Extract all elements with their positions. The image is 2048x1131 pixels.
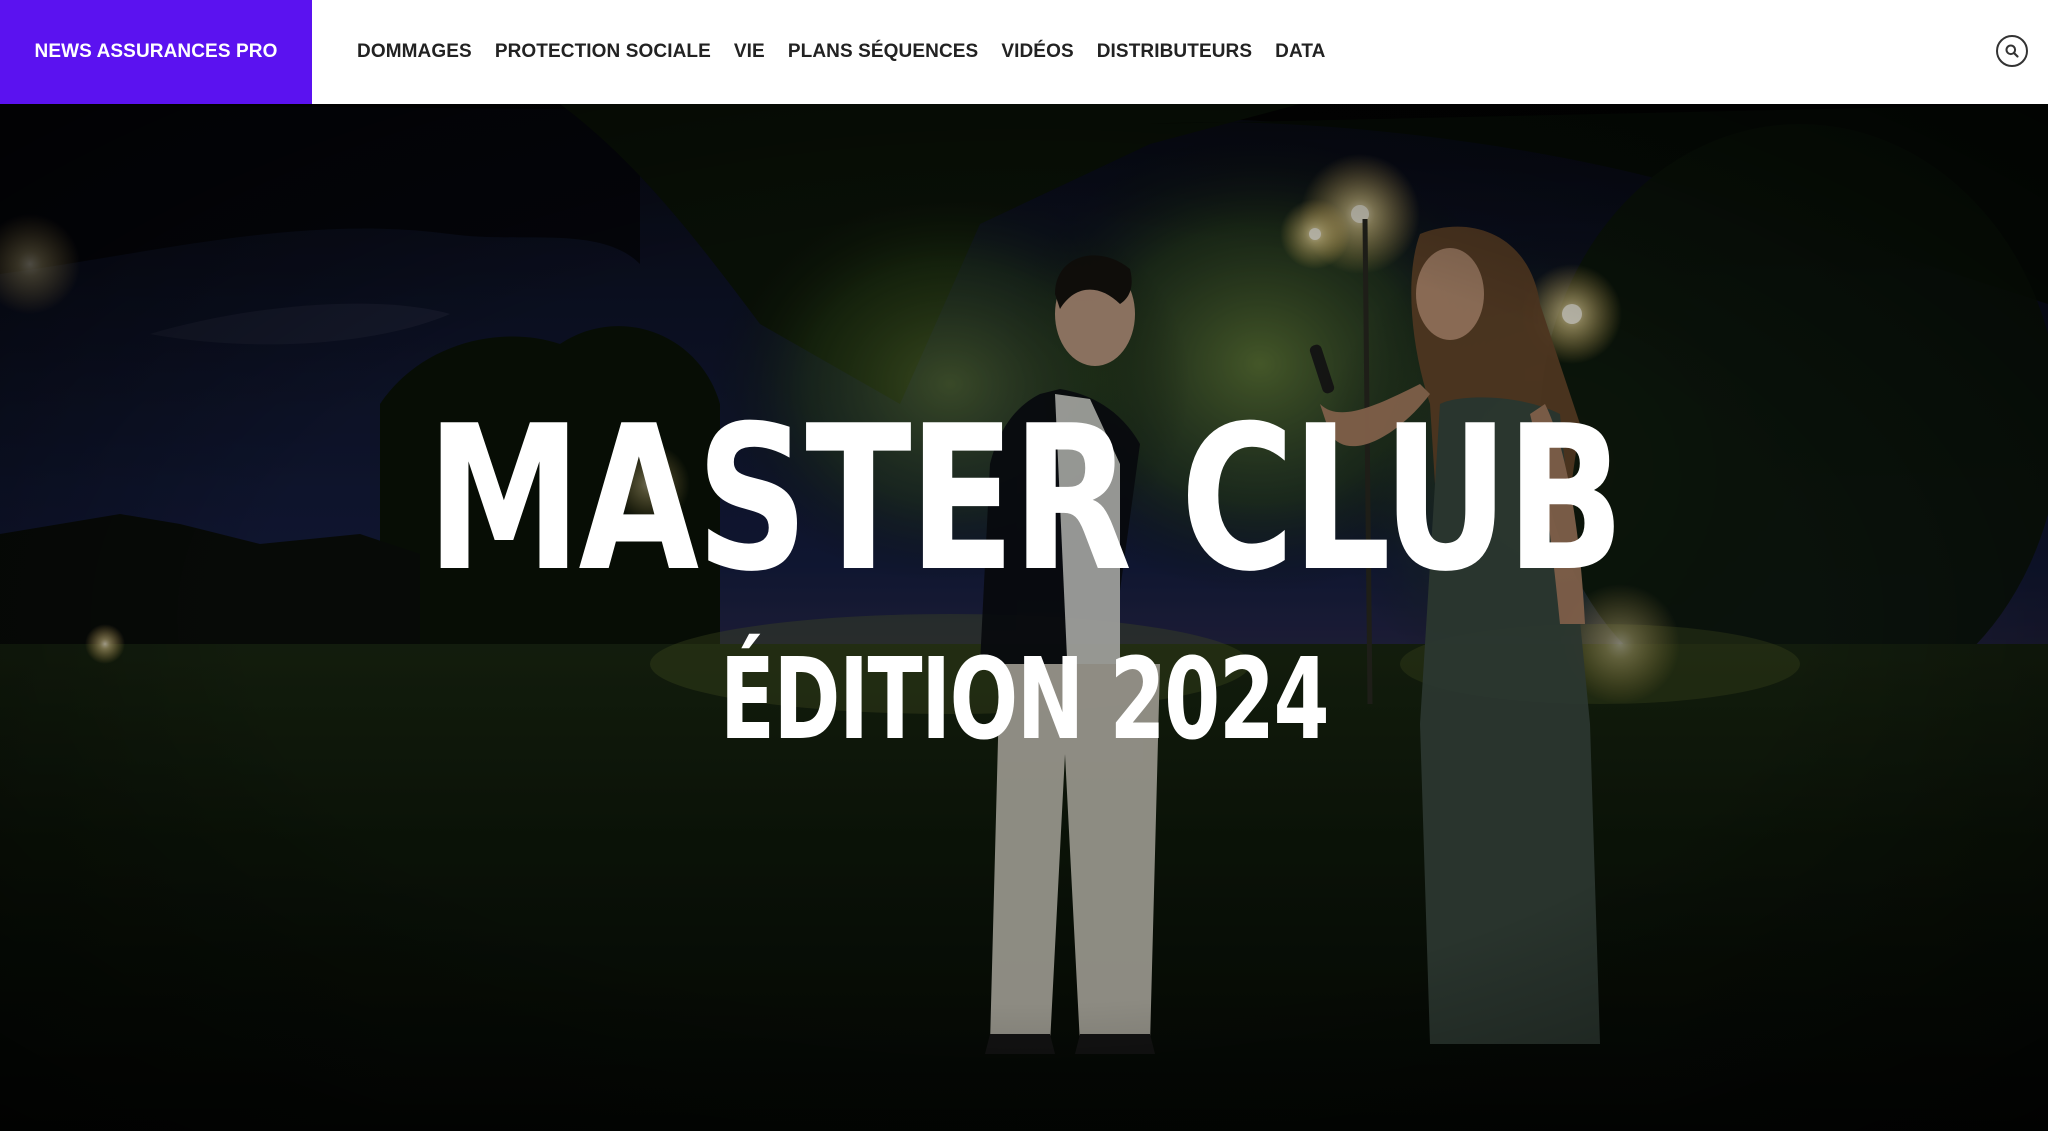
hero-video[interactable]: MASTER CLUB ÉDITION 2024 bbox=[0, 104, 2048, 1131]
nav-item-vie[interactable]: VIE bbox=[734, 41, 765, 63]
nav-item-plans-sequences[interactable]: PLANS SÉQUENCES bbox=[788, 41, 978, 63]
nav-item-protection-sociale[interactable]: PROTECTION SOCIALE bbox=[495, 41, 711, 63]
site-header: NEWS ASSURANCES PRO DOMMAGES PROTECTION … bbox=[0, 0, 2048, 104]
hero-background-image bbox=[0, 104, 2048, 1131]
hero-title: MASTER CLUB bbox=[426, 383, 1624, 616]
search-button[interactable] bbox=[1996, 35, 2028, 67]
nav-item-dommages[interactable]: DOMMAGES bbox=[357, 41, 472, 63]
main-nav: DOMMAGES PROTECTION SOCIALE VIE PLANS SÉ… bbox=[357, 41, 1326, 63]
nav-item-videos[interactable]: VIDÉOS bbox=[1001, 41, 1073, 63]
brand-logo[interactable]: NEWS ASSURANCES PRO bbox=[0, 0, 312, 104]
nav-item-distributeurs[interactable]: DISTRIBUTEURS bbox=[1097, 41, 1252, 63]
hero-subtitle: ÉDITION 2024 bbox=[719, 635, 1330, 765]
search-icon bbox=[2005, 44, 2019, 58]
page: NEWS ASSURANCES PRO DOMMAGES PROTECTION … bbox=[0, 0, 2048, 1131]
nav-item-data[interactable]: DATA bbox=[1275, 41, 1325, 63]
